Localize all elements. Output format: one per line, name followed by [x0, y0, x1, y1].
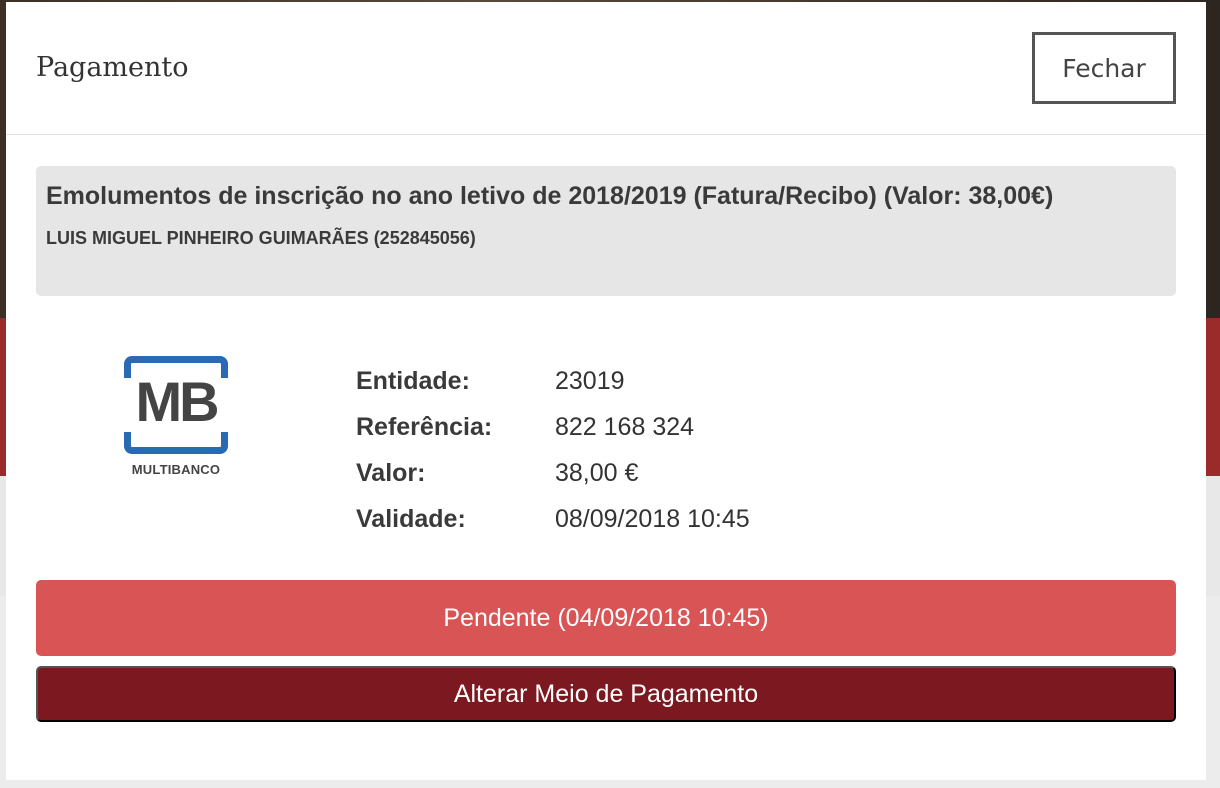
detail-label: Validade:	[356, 504, 466, 533]
detail-label: Referência:	[356, 412, 493, 441]
payment-modal: Pagamento Fechar Emolumentos de inscriçã…	[6, 2, 1206, 780]
detail-row-reference: Referência: 822 168 324	[356, 404, 750, 450]
payment-status-banner: Pendente (04/09/2018 10:45)	[36, 580, 1176, 656]
detail-value: 822 168 324	[555, 412, 695, 441]
payment-details: Entidade: 23019 Referência: 822 168 324 …	[356, 358, 750, 542]
detail-row-entity: Entidade: 23019	[356, 358, 750, 404]
close-button[interactable]: Fechar	[1032, 32, 1176, 104]
logo-frame-bottom	[124, 432, 228, 454]
logo-caption: MULTIBANCO	[131, 462, 221, 477]
payment-description: Emolumentos de inscrição no ano letivo d…	[46, 182, 1054, 210]
modal-header: Pagamento Fechar	[6, 2, 1206, 135]
detail-row-validity: Validade: 08/09/2018 10:45	[356, 496, 750, 542]
change-payment-method-button[interactable]: Alterar Meio de Pagamento	[36, 666, 1176, 722]
detail-value: 38,00 €	[555, 458, 639, 487]
logo-letters: MB	[135, 370, 219, 433]
detail-row-amount: Valor: 38,00 €	[356, 450, 750, 496]
payment-holder: LUIS MIGUEL PINHEIRO GUIMARÃES (25284505…	[46, 228, 476, 248]
multibanco-logo: MB MULTIBANCO	[124, 356, 228, 482]
modal-title: Pagamento	[36, 52, 189, 83]
detail-value: 08/09/2018 10:45	[555, 504, 750, 533]
detail-value: 23019	[555, 366, 625, 395]
detail-label: Valor:	[356, 458, 426, 487]
payment-summary: Emolumentos de inscrição no ano letivo d…	[36, 166, 1176, 296]
detail-label: Entidade:	[356, 366, 470, 395]
